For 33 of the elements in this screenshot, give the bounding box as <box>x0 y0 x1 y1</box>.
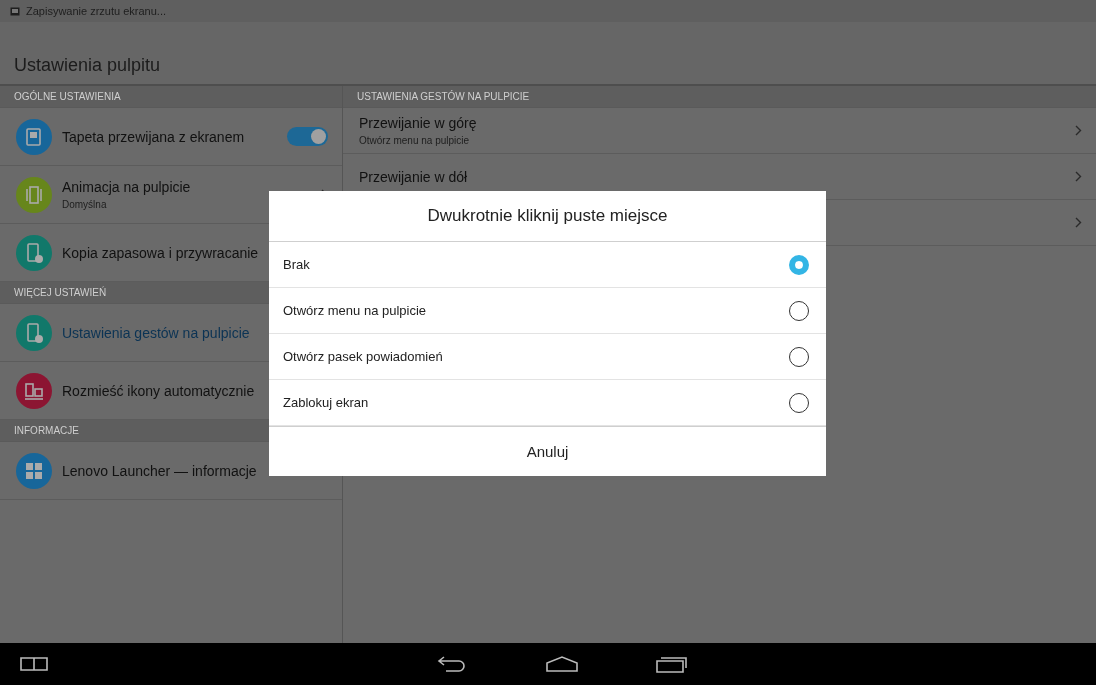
gesture-setting-row[interactable]: Przewijanie w górę Otwórz menu na pulpicie <box>343 108 1096 154</box>
radio-button[interactable] <box>789 346 809 367</box>
item-title: Przewijanie w górę <box>359 115 478 131</box>
dialog-title: Dwukrotnie kliknij puste miejsce <box>269 191 826 242</box>
radio-button[interactable] <box>789 254 809 275</box>
item-title: Lenovo Launcher — informacje <box>62 462 258 479</box>
item-title: Tapeta przewijana z ekranem <box>62 128 246 145</box>
home-icon[interactable] <box>546 656 578 672</box>
dialog-option[interactable]: Brak <box>269 242 826 288</box>
section-header: OGÓLNE USTAWIENIA <box>0 86 342 108</box>
split-window-icon[interactable] <box>20 657 48 671</box>
item-title: Animacja na pulpicie <box>62 179 192 195</box>
page-title: Ustawienia pulpitu <box>14 55 161 76</box>
notification-text: Zapisywanie zrzutu ekranu... <box>26 5 166 17</box>
dialog-option[interactable]: Otwórz pasek powiadomień <box>269 334 826 380</box>
chevron-icon <box>1075 171 1082 182</box>
radio-button[interactable] <box>789 300 809 321</box>
radio-button[interactable] <box>789 392 809 413</box>
image-icon <box>10 6 20 16</box>
toggle-switch[interactable] <box>287 127 328 146</box>
chevron-icon <box>1075 125 1082 136</box>
item-title: Kopia zapasowa i przywracanie <box>62 244 260 261</box>
section-header: USTAWIENIA GESTÓW NA PULPICIE <box>343 86 1096 108</box>
item-title: Przewijanie w dół <box>359 168 469 185</box>
dialog-option[interactable]: Otwórz menu na pulpicie <box>269 288 826 334</box>
item-subtitle: Domyślna <box>62 199 108 210</box>
recent-apps-icon[interactable] <box>656 655 688 673</box>
item-title: Rozmieść ikony automatycznie <box>62 382 256 399</box>
item-subtitle: Otwórz menu na pulpicie <box>359 135 471 146</box>
back-icon[interactable] <box>436 655 468 673</box>
chevron-icon <box>1075 217 1082 228</box>
settings-item[interactable]: Tapeta przewijana z ekranem <box>0 108 342 166</box>
item-title: Ustawienia gestów na pulpicie <box>62 324 251 341</box>
